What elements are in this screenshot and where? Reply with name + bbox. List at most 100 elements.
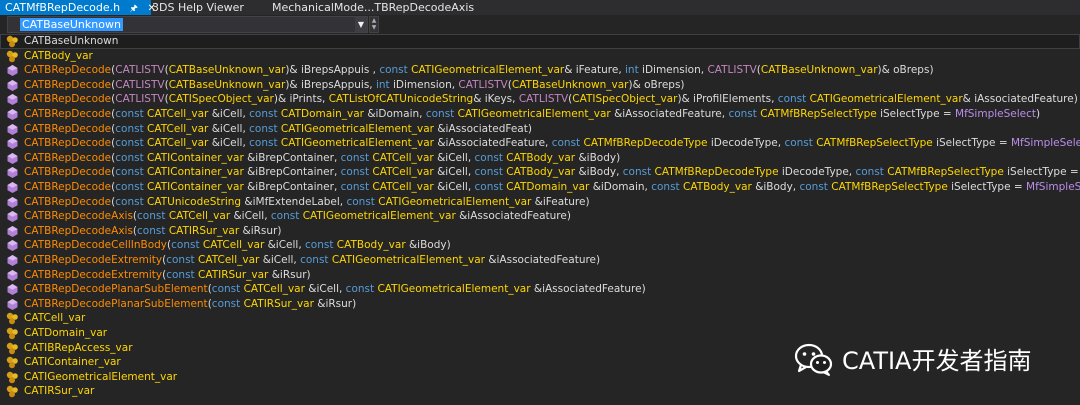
signature-token: CATIGeometricalElement_var <box>377 283 531 296</box>
completion-item[interactable]: CATBRepDecode(const CATIContainer_var &i… <box>0 165 1080 180</box>
signature-token: CATBRepDecode <box>24 137 112 150</box>
completion-item[interactable]: CATBRepDecodePlanarSubElement(const CATC… <box>0 282 1080 297</box>
signature-token: CATIRSur_var <box>168 224 240 237</box>
signature-token: const <box>211 297 244 310</box>
signature-token: CATBaseUnknown_var <box>168 78 286 91</box>
tab-mechanicalmode-tbrepdecodeaxis[interactable]: MechanicalMode...TBRepDecodeAxis <box>272 0 474 15</box>
signature-token: CATMfBRepSelectType <box>831 181 948 193</box>
signature-token: & iAssociatedFeature) <box>962 93 1078 106</box>
completion-item[interactable]: CATCell_var <box>0 311 1080 326</box>
completion-item[interactable]: CATBRepDecodePlanarSubElement(const CATI… <box>0 297 1080 312</box>
signature-token: const <box>166 268 199 281</box>
signature-token: CATBRepDecode <box>24 166 112 179</box>
split-arrows-icon[interactable]: ▲ ▼ <box>369 16 379 33</box>
completion-item[interactable]: CATBRepDecodeAxis(const CATIRSur_var &iR… <box>0 224 1080 239</box>
signature-token: CATBRepDecode <box>24 151 112 164</box>
completion-item[interactable]: CATBRepDecode(const CATIContainer_var &i… <box>0 151 1080 166</box>
tab-3ds-help-viewer[interactable]: 3DS Help Viewer <box>152 0 262 15</box>
method-icon <box>7 298 18 310</box>
signature-token: const <box>115 108 148 120</box>
completion-item[interactable]: CATBRepDecodeExtremity(const CATCell_var… <box>0 253 1080 268</box>
class-icon <box>6 356 18 369</box>
signature-token: &iCell, <box>259 254 301 266</box>
completion-item[interactable]: CATBRepDecodeExtremity(const CATIRSur_va… <box>0 268 1080 283</box>
completion-item[interactable]: CATBRepDecode(const CATCell_var &iCell, … <box>0 122 1080 137</box>
method-icon <box>7 109 18 120</box>
signature-token: CATIGeometricalElement_var <box>457 108 611 120</box>
signature-token: const <box>166 254 199 266</box>
signature-token: const <box>270 210 303 223</box>
completion-item-text: CATBRepDecode(const CATIContainer_var &i… <box>24 165 1080 180</box>
completion-item[interactable]: CATBRepDecodeCellInBody(const CATCell_va… <box>0 238 1080 253</box>
signature-token: CATCell_var <box>147 122 209 135</box>
signature-token: iSelectType = <box>876 108 956 120</box>
signature-token: CATDomain_var <box>24 327 108 339</box>
signature-token: CATBRepDecode <box>24 93 112 106</box>
signature-token: CATIRSur_var <box>243 297 314 310</box>
completion-item[interactable]: CATBRepDecode(CATLISTV(CATBaseUnknown_va… <box>0 78 1080 93</box>
signature-token: int <box>625 64 643 77</box>
signature-token: &iCell, <box>208 122 250 135</box>
method-icon <box>7 152 18 164</box>
signature-token: &iRsur) <box>268 268 311 281</box>
signature-token: const <box>777 93 810 106</box>
method-icon <box>7 167 18 179</box>
signature-token: CATLISTV <box>115 93 165 106</box>
signature-token: &iAssociatedFeature) <box>530 283 646 296</box>
signature-token: CATIContainer_var <box>147 166 244 179</box>
signature-token: CATISpecObject_var <box>572 93 678 106</box>
signature-token: CATIContainer_var <box>24 356 121 369</box>
completion-item[interactable]: CATBody_var <box>0 49 1080 64</box>
completion-item-text: CATBRepDecode(const CATUnicodeString &iM… <box>24 195 590 210</box>
signature-token: const <box>855 166 888 179</box>
signature-token: CATBody_var <box>24 49 93 62</box>
completion-item[interactable]: CATBRepDecode(const CATCell_var &iCell, … <box>0 107 1080 122</box>
signature-token: CATMfBRepDecodeType <box>654 166 779 179</box>
method-icon <box>7 138 18 150</box>
signature-token: iDimension, <box>393 78 459 91</box>
navigation-bar: CATBaseUnknown ▼ ▲ ▼ <box>0 15 1080 34</box>
completion-item[interactable]: CATBRepDecode(const CATUnicodeString &iM… <box>0 195 1080 210</box>
signature-token: const <box>340 151 373 164</box>
completion-item[interactable]: CATBRepDecode(const CATCell_var &iCell, … <box>0 136 1080 151</box>
signature-token: CATBRepDecodePlanarSubElement <box>24 297 208 310</box>
signature-token: CATIContainer_var <box>147 181 244 193</box>
signature-token: CATBRepDecodePlanarSubElement <box>24 283 208 296</box>
completion-item[interactable]: CATBRepDecode(CATLISTV(CATBaseUnknown_va… <box>0 63 1080 78</box>
signature-token: CATCell_var <box>168 210 231 223</box>
completion-item-text: CATBRepDecodeAxis(const CATIRSur_var &iR… <box>24 224 281 239</box>
signature-token: const <box>340 166 373 179</box>
class-icon <box>6 342 18 354</box>
signature-token: CATMfBRepDecodeType <box>583 137 708 150</box>
completion-item[interactable]: CATBRepDecodeAxis(const CATCell_var &iCe… <box>0 209 1080 224</box>
completion-item-text: CATBaseUnknown <box>24 34 118 49</box>
completion-item[interactable]: CATBRepDecode(CATLISTV(CATISpecObject_va… <box>0 92 1080 107</box>
signature-token: CATIGeometricalElement_var <box>24 370 178 383</box>
completion-item[interactable]: CATBaseUnknown <box>0 34 1080 49</box>
signature-token: const <box>211 283 244 296</box>
class-icon <box>6 35 18 48</box>
signature-token: CATCell_var <box>24 312 86 325</box>
signature-token: CATIContainer_var <box>147 151 244 164</box>
signature-token: iSelectType = <box>947 181 1027 193</box>
signature-token: CATIRSur_var <box>198 268 269 281</box>
signature-token: MfSimpleSelect <box>955 108 1037 120</box>
signature-token: &iBody, <box>575 166 623 179</box>
completion-item-text: CATBRepDecode(const CATCell_var &iCell, … <box>24 136 1080 151</box>
completion-item[interactable]: CATIRSur_var <box>0 384 1080 399</box>
signature-token: const <box>474 166 507 179</box>
signature-token: const <box>115 195 148 208</box>
member-dropdown[interactable]: CATBaseUnknown ▼ <box>7 16 368 33</box>
completion-item[interactable]: CATBRepDecode(const CATIContainer_var &i… <box>0 180 1080 195</box>
signature-token: CATISpecObject_var <box>168 93 274 106</box>
completion-item-text: CATBRepDecode(const CATIContainer_var &i… <box>24 180 1080 195</box>
chevron-down-icon[interactable]: ▼ <box>355 17 367 32</box>
signature-token: const <box>346 195 379 208</box>
completion-item-text: CATBRepDecodeExtremity(const CATIRSur_va… <box>24 268 311 283</box>
method-icon <box>7 269 18 281</box>
document-tab-bar: CATMfBRepDecode.h 🖈 ✕ 3DS Help Viewer Me… <box>0 0 1080 15</box>
completion-item-text: CATBRepDecodeCellInBody(const CATCell_va… <box>24 238 451 253</box>
tab-label: CATMfBRepDecode.h <box>5 1 121 14</box>
tab-catmfbrepdecode-h[interactable]: CATMfBRepDecode.h 🖈 ✕ <box>0 0 156 15</box>
signature-token: CATCell_var <box>147 108 209 120</box>
